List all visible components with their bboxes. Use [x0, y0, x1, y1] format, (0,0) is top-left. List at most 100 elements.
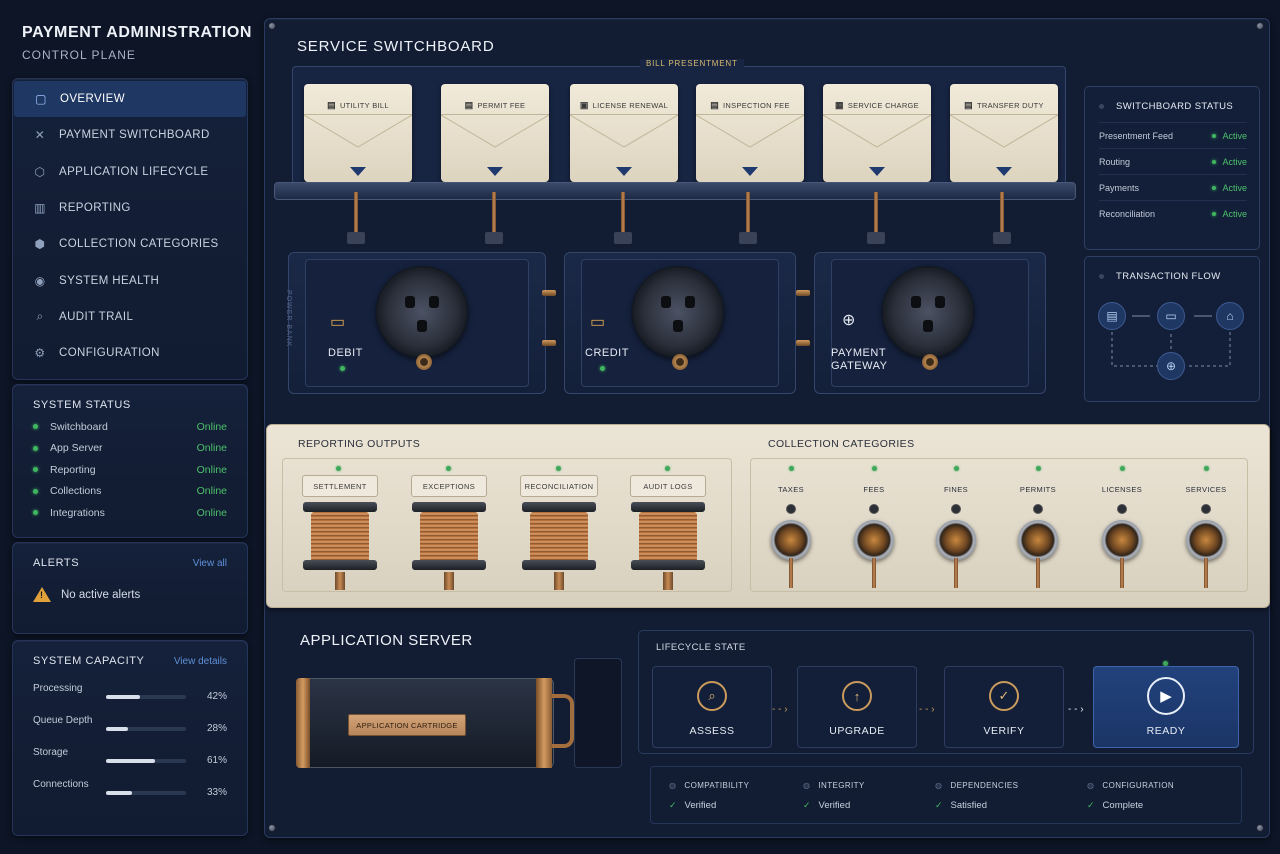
nav-item-application-lifecycle[interactable]: ⬡ APPLICATION LIFECYCLE: [13, 154, 247, 190]
dial-fees[interactable]: [854, 520, 894, 588]
patch-cable[interactable]: [867, 192, 885, 244]
stage-label: UPGRADE: [829, 725, 885, 737]
socket-payment-gateway[interactable]: [882, 266, 974, 370]
nav-item-reporting[interactable]: ▥ REPORTING: [13, 190, 247, 226]
status-label: Integrations: [50, 506, 105, 519]
screw-icon: [268, 22, 276, 30]
nav-item-overview[interactable]: ▢ OVERVIEW: [14, 81, 246, 118]
lifecycle-icon: ⬡: [34, 164, 46, 179]
status-row: Presentment Feed Active: [1099, 122, 1247, 148]
category-label: PERMITS: [1019, 485, 1057, 494]
check-icon: ✓: [803, 800, 811, 810]
bill-label: ▤ UTILITY BILL: [304, 100, 412, 111]
document-icon: ▤: [964, 100, 973, 110]
patch-cable[interactable]: [993, 192, 1011, 244]
lifecycle-title: LIFECYCLE STATE: [656, 642, 746, 653]
nav-item-configuration[interactable]: ⚙ CONFIGURATION: [13, 335, 247, 371]
cartridge-handle[interactable]: [552, 694, 574, 748]
nav-item-system-health[interactable]: ◉ SYSTEM HEALTH: [13, 262, 247, 298]
screw-icon: [268, 824, 276, 832]
capacity-fill: [106, 727, 129, 731]
status-row: Collections Online: [33, 485, 227, 497]
bill-utility-bill[interactable]: ▤ UTILITY BILL: [304, 84, 412, 182]
output-tag: SETTLEMENT: [302, 475, 378, 497]
check-value: Verified: [684, 800, 717, 811]
status-row: App Server Online: [33, 442, 227, 454]
cartridge-label: APPLICATION CARTRIDGE: [348, 714, 466, 736]
stage-assess[interactable]: ⌕ ASSESS: [652, 666, 772, 748]
patch-cable[interactable]: [739, 192, 757, 244]
check-integrity: ◍ INTEGRITY ✓ Verified: [785, 767, 917, 825]
capacity-row: Processing 42%: [33, 677, 227, 709]
power-bank-label: POWER BANK: [285, 290, 292, 348]
dial-licenses[interactable]: [1102, 520, 1142, 588]
patch-cable[interactable]: [347, 192, 365, 244]
nav-item-audit-trail[interactable]: ⌕ AUDIT TRAIL: [13, 299, 247, 335]
capacity-label: Connections: [33, 779, 89, 790]
gear-icon: ⚙: [34, 346, 46, 361]
document-icon: ▤: [1098, 302, 1126, 330]
status-value: Online: [196, 506, 227, 519]
output-coil-exceptions[interactable]: [410, 502, 488, 590]
status-dot: [33, 467, 38, 472]
globe-icon: ⊕: [1157, 352, 1185, 380]
output-coil-audit-logs[interactable]: [629, 502, 707, 590]
envelope-flap: [950, 114, 1058, 164]
stage-ready[interactable]: ▶ READY: [1093, 666, 1239, 748]
output-tag: EXCEPTIONS: [411, 475, 487, 497]
status-dot: [336, 466, 341, 471]
alert-message: No active alerts: [61, 588, 141, 601]
stage-verify[interactable]: ✓ VERIFY: [944, 666, 1064, 748]
check-configuration: ◍ CONFIGURATION ✓ Complete: [1069, 767, 1201, 825]
status-dot: [954, 466, 959, 471]
capacity-bar: [106, 695, 186, 699]
status-dot: [1204, 466, 1209, 471]
bill-transfer-duty[interactable]: ▤ TRANSFER DUTY: [950, 84, 1058, 182]
gear-icon: ◍: [1087, 781, 1095, 790]
capacity-fill: [106, 791, 133, 795]
output-coil-reconciliation[interactable]: [520, 502, 598, 590]
category-label: FINES: [943, 485, 969, 494]
bill-inspection-fee[interactable]: ▤ INSPECTION FEE: [696, 84, 804, 182]
dial-taxes[interactable]: [771, 520, 811, 588]
socket-debit[interactable]: [376, 266, 468, 370]
nav-item-label: REPORTING: [59, 202, 131, 215]
capacity-value: 42%: [206, 691, 227, 702]
check-label: INTEGRITY: [818, 781, 865, 790]
audit-icon: ⌕: [36, 309, 44, 324]
routing-bus-bar: [274, 182, 1076, 200]
patch-cable[interactable]: [614, 192, 632, 244]
dial-services[interactable]: [1186, 520, 1226, 588]
stage-upgrade[interactable]: ↑ UPGRADE: [797, 666, 917, 748]
output-coil-settlement[interactable]: [301, 502, 379, 590]
application-cartridge[interactable]: APPLICATION CARTRIDGE: [296, 670, 578, 768]
view-all-link[interactable]: View all: [193, 558, 227, 569]
category-label: TAXES: [777, 485, 805, 494]
dial-fines[interactable]: [936, 520, 976, 588]
check-value: Verified: [818, 800, 851, 811]
status-dot: [789, 466, 794, 471]
jack-label: PAYMENT GATEWAY: [831, 347, 887, 373]
app-subtitle: CONTROL PLANE: [22, 48, 136, 62]
capacity-label: Queue Depth: [33, 715, 93, 726]
bill-service-charge[interactable]: ▦ SERVICE CHARGE: [823, 84, 931, 182]
check-icon: ✓: [1087, 800, 1095, 810]
status-label: App Server: [50, 442, 103, 454]
status-dot: [1036, 466, 1041, 471]
status-dot: [33, 445, 38, 451]
bill-license-renewal[interactable]: ▣ LICENSE RENEWAL: [570, 84, 678, 182]
view-details-link[interactable]: View details: [174, 656, 227, 667]
dial-permits[interactable]: [1018, 520, 1058, 588]
bill-permit-fee[interactable]: ▤ PERMIT FEE: [441, 84, 549, 182]
capacity-value: 61%: [206, 755, 227, 766]
connector-bolt: [796, 290, 810, 296]
envelope-flap: [823, 114, 931, 164]
nav-item-collection-categories[interactable]: ⬢ COLLECTION CATEGORIES: [13, 226, 247, 262]
arrow-down-icon: [487, 167, 503, 176]
envelope-flap: [696, 114, 804, 164]
category-label: LICENSES: [1101, 485, 1143, 494]
socket-credit[interactable]: [632, 266, 724, 370]
status-label: Collections: [50, 485, 102, 497]
patch-cable[interactable]: [485, 192, 503, 244]
nav-item-payment-switchboard[interactable]: ✕ PAYMENT SWITCHBOARD: [13, 117, 247, 153]
